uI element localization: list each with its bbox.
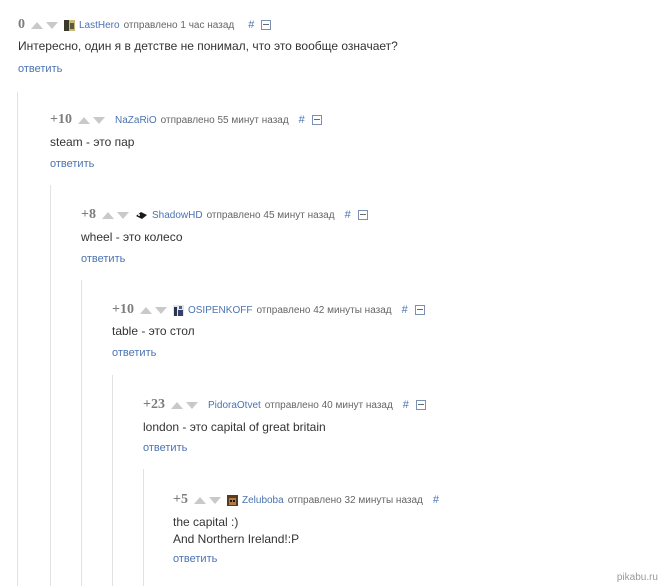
- avatar: [172, 304, 184, 316]
- downvote-icon[interactable]: [92, 116, 105, 124]
- upvote-icon[interactable]: [193, 496, 206, 504]
- avatar: [64, 19, 75, 31]
- downvote-icon[interactable]: [185, 401, 198, 409]
- downvote-icon[interactable]: [208, 496, 221, 504]
- username-link[interactable]: PidoraOtvet: [208, 400, 261, 411]
- watermark: pikabu.ru: [616, 572, 658, 583]
- comment-header: +8 ShadowHD отправлено 45 минут назад #: [81, 207, 368, 223]
- username-link[interactable]: ShadowHD: [152, 210, 203, 221]
- permalink-link[interactable]: #: [299, 114, 305, 126]
- reply-link[interactable]: ответить: [81, 253, 125, 265]
- username-link[interactable]: NaZaRiO: [115, 115, 157, 126]
- thread-line: [81, 280, 82, 586]
- comment-timestamp: отправлено 40 минут назад: [264, 399, 393, 411]
- reply-link[interactable]: ответить: [112, 347, 156, 359]
- comment-rating: +8: [81, 207, 96, 222]
- comment-header: +10 OSIPENKOFF отправлено 42 минуты наза…: [112, 302, 425, 318]
- comment-timestamp: отправлено 55 минут назад: [160, 114, 289, 126]
- comment-timestamp: отправлено 42 минуты назад: [256, 304, 392, 316]
- comment-text: the capital :) And Northern Ireland!:P: [173, 515, 300, 546]
- upvote-icon[interactable]: [31, 21, 43, 29]
- downvote-icon[interactable]: [46, 21, 58, 29]
- collapse-icon[interactable]: [414, 305, 425, 315]
- upvote-icon[interactable]: [139, 306, 152, 314]
- comment-header: +23 PidoraOtvet отправлено 40 минут наза…: [143, 397, 426, 413]
- collapse-icon[interactable]: [357, 210, 368, 220]
- downvote-icon[interactable]: [154, 306, 167, 314]
- thread-line: [50, 185, 51, 586]
- comment-header: +5 Zeluboba отправлено 32 минуты назад #: [173, 492, 439, 508]
- comment-text: Интересно, один я в детстве не понимал, …: [18, 39, 398, 53]
- avatar: [134, 209, 148, 221]
- reply-link[interactable]: ответить: [173, 553, 217, 565]
- comment-header: +10 NaZaRiO отправлено 55 минут назад #: [50, 112, 322, 128]
- reply-link[interactable]: ответить: [18, 63, 62, 75]
- downvote-icon[interactable]: [116, 211, 129, 219]
- thread-line: [143, 469, 144, 586]
- thread-line: [112, 375, 113, 586]
- reply-link[interactable]: ответить: [143, 442, 187, 454]
- permalink-link[interactable]: #: [403, 399, 409, 411]
- username-link[interactable]: OSIPENKOFF: [188, 305, 252, 316]
- comment-text: table - это стол: [112, 324, 195, 338]
- collapse-icon[interactable]: [261, 20, 272, 30]
- permalink-link[interactable]: #: [433, 494, 439, 506]
- upvote-icon[interactable]: [101, 211, 114, 219]
- comment-rating: +5: [173, 492, 188, 507]
- upvote-icon[interactable]: [170, 401, 183, 409]
- comment-text: steam - это пар: [50, 135, 135, 149]
- comment-header: 0 LastHero отправлено 1 час назад #: [18, 17, 272, 33]
- comment-text: london - это capital of great britain: [143, 420, 326, 434]
- comment-timestamp: отправлено 45 минут назад: [206, 209, 335, 221]
- thread-line: [17, 92, 18, 586]
- reply-link[interactable]: ответить: [50, 158, 94, 170]
- comment-rating: 0: [18, 17, 25, 32]
- username-link[interactable]: Zeluboba: [242, 495, 284, 506]
- permalink-link[interactable]: #: [345, 209, 351, 221]
- collapse-icon[interactable]: [415, 400, 426, 410]
- comment-text: wheel - это колесо: [81, 230, 183, 244]
- comment-rating: +10: [112, 302, 134, 317]
- comment-timestamp: отправлено 1 час назад: [123, 19, 235, 31]
- comment-timestamp: отправлено 32 минуты назад: [287, 494, 423, 506]
- upvote-icon[interactable]: [77, 116, 90, 124]
- permalink-link[interactable]: #: [402, 304, 408, 316]
- comment-rating: +23: [143, 397, 165, 412]
- comment-rating: +10: [50, 112, 72, 127]
- permalink-link[interactable]: #: [248, 19, 254, 31]
- username-link[interactable]: LastHero: [79, 20, 120, 31]
- collapse-icon[interactable]: [311, 115, 322, 125]
- avatar: [226, 494, 238, 506]
